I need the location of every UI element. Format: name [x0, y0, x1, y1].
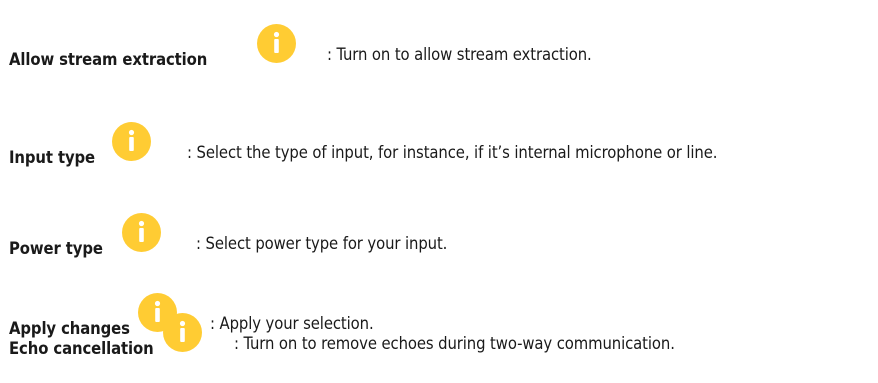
list-item-allow-stream-extraction: Allow stream extraction : Turn on to all… [9, 24, 878, 68]
info-icon [163, 313, 202, 352]
info-icon [112, 122, 151, 161]
list-item-power-type: Power type : Select power type for your … [9, 213, 878, 257]
item-description: : Select the type of input, for instance… [187, 142, 718, 162]
item-description: : Turn on to allow stream extraction. [327, 44, 592, 64]
item-label: Allow stream extraction [9, 49, 208, 69]
item-label: Input type [9, 147, 96, 167]
info-icon [122, 213, 161, 252]
list-item-input-type: Input type : Select the type of input, f… [9, 122, 878, 166]
list-item-echo-cancellation: Echo cancellation : Turn on to remove ec… [9, 313, 878, 357]
item-label: Power type [9, 238, 103, 258]
item-description: : Turn on to remove echoes during two-wa… [234, 333, 675, 353]
item-description: : Select power type for your input. [196, 233, 448, 253]
info-icon [257, 24, 296, 63]
item-label: Echo cancellation [9, 338, 154, 358]
